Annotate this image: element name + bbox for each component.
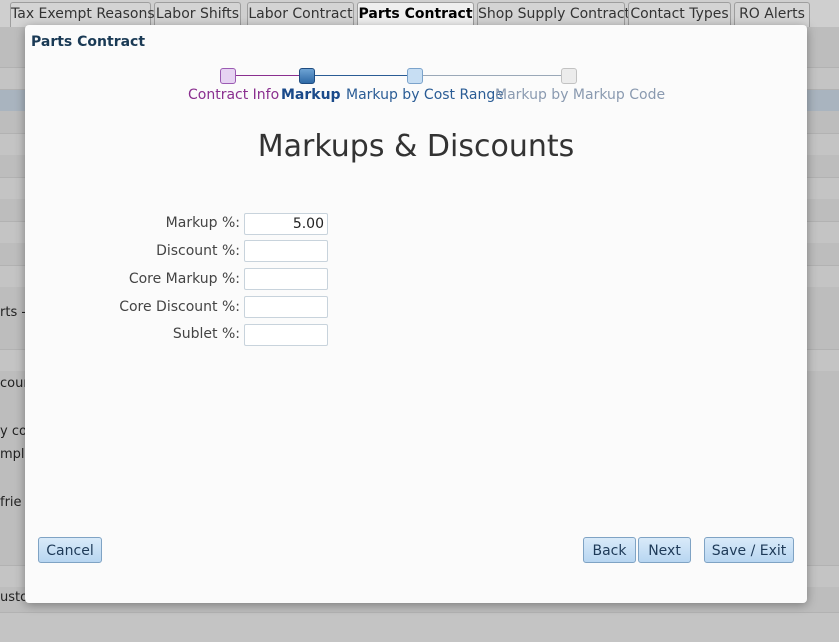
tab-strip: Tax Exempt Reasons Labor Shifts Labor Co… — [0, 0, 839, 27]
tab-shop-supply-contract[interactable]: Shop Supply Contract — [477, 2, 630, 27]
cancel-button[interactable]: Cancel — [38, 537, 102, 563]
background-text: usto — [0, 590, 29, 605]
background-row — [0, 612, 839, 642]
tab-contact-types[interactable]: Contact Types — [628, 2, 731, 27]
step-markup-by-cost-range-label[interactable]: Markup by Cost Range — [346, 87, 504, 103]
parts-contract-dialog: Parts Contract Contract Info Markup Mark… — [25, 25, 807, 603]
discount-percent-label: Discount %: — [156, 243, 240, 259]
background-text: rts - — [0, 305, 27, 320]
core-discount-percent-input[interactable] — [244, 296, 328, 318]
background-text: y co — [0, 424, 27, 439]
sublet-percent-label: Sublet %: — [172, 326, 240, 342]
back-button[interactable]: Back — [583, 537, 636, 563]
step-markup-by-cost-range-marker[interactable] — [407, 68, 423, 84]
core-discount-percent-label: Core Discount %: — [119, 299, 240, 315]
tab-labor-contract[interactable]: Labor Contract — [247, 2, 354, 27]
save-exit-button[interactable]: Save / Exit — [704, 537, 794, 563]
sublet-percent-input[interactable] — [244, 324, 328, 346]
tab-labor-shifts[interactable]: Labor Shifts — [154, 2, 241, 27]
step-contract-info-label[interactable]: Contract Info — [188, 87, 279, 103]
step-markup-by-markup-code-label: Markup by Markup Code — [495, 87, 666, 103]
page-heading: Markups & Discounts — [257, 129, 575, 164]
dialog-title: Parts Contract — [31, 34, 146, 50]
step-connector — [423, 75, 563, 76]
tab-tax-exempt-reasons[interactable]: Tax Exempt Reasons — [10, 2, 155, 27]
step-markup-label[interactable]: Markup — [281, 87, 341, 103]
step-markup-by-markup-code-marker — [561, 68, 577, 84]
step-contract-info-marker[interactable] — [220, 68, 236, 84]
background-text: frie — [0, 495, 22, 510]
tab-parts-contract[interactable]: Parts Contract — [357, 2, 474, 27]
markup-percent-label: Markup %: — [165, 215, 240, 231]
next-button[interactable]: Next — [638, 537, 691, 563]
markup-percent-input[interactable] — [244, 213, 328, 235]
core-markup-percent-label: Core Markup %: — [128, 271, 240, 287]
tab-ro-alerts[interactable]: RO Alerts — [734, 2, 810, 27]
discount-percent-input[interactable] — [244, 240, 328, 262]
step-markup-marker[interactable] — [299, 68, 315, 84]
step-connector — [315, 75, 410, 76]
core-markup-percent-input[interactable] — [244, 268, 328, 290]
step-connector — [236, 75, 301, 76]
